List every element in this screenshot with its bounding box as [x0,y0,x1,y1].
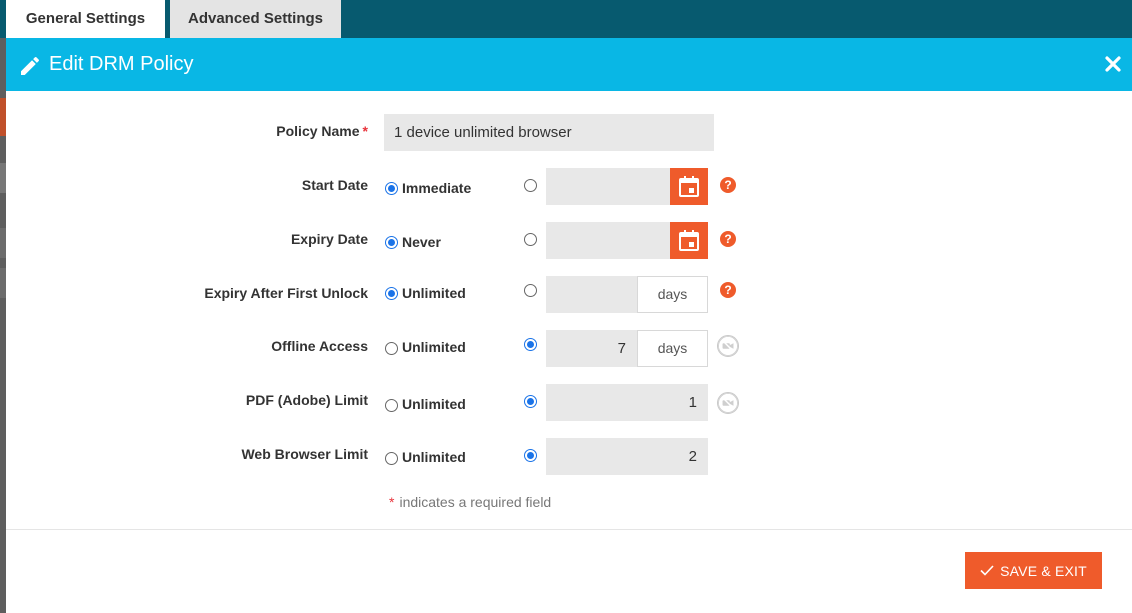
pdf-limit-custom-radio[interactable] [524,395,537,408]
offline-access-unit: days [637,330,708,367]
pdf-limit-value[interactable]: 1 [546,384,708,421]
expiry-date-custom-radio[interactable] [524,233,537,246]
pdf-limit-field[interactable]: 1 [546,384,708,421]
expiry-after-unlock-value[interactable] [546,276,637,313]
calendar-icon [679,230,699,251]
tab-bar: General Settings Advanced Settings [0,0,1132,38]
start-date-immediate-radio[interactable] [385,182,398,195]
offline-access-field[interactable]: 7 days [546,330,708,367]
required-field-note: * indicates a required field [389,494,551,510]
expiry-date-help-icon[interactable]: ? [720,231,736,247]
required-note-text: indicates a required field [399,494,552,510]
checkmark-icon [980,565,994,576]
start-date-help-icon[interactable]: ? [720,177,736,193]
expiry-date-label: Expiry Date [290,231,368,247]
offline-access-unlimited-radio[interactable] [385,342,398,355]
expiry-date-never-radio[interactable] [385,236,398,249]
video-off-icon [717,392,739,414]
expiry-after-unlock-field[interactable]: days [546,276,708,313]
offline-access-label: Offline Access [271,338,368,354]
expiry-after-unlock-unit: days [637,276,708,313]
policy-name-label-text: Policy Name [276,123,360,139]
policy-name-input[interactable] [384,114,714,151]
expiry-after-unlock-unlimited-radio[interactable] [385,287,398,300]
tab-general-settings[interactable]: General Settings [6,0,165,38]
start-date-custom-radio[interactable] [524,179,537,192]
pdf-limit-unlimited-label: Unlimited [402,396,466,412]
start-date-label: Start Date [301,177,368,193]
video-off-icon [717,335,739,357]
expiry-date-never-label: Never [402,234,441,250]
save-and-exit-button[interactable]: SAVE & EXIT [965,552,1102,589]
close-icon[interactable] [1104,55,1122,73]
modal-title: Edit DRM Policy [49,53,194,75]
offline-access-custom-radio[interactable] [524,338,537,351]
pencil-icon [21,56,40,75]
calendar-icon [679,176,699,197]
pdf-limit-unlimited-radio[interactable] [385,399,398,412]
policy-name-label: Policy Name * [276,123,368,139]
footer-divider [6,529,1132,530]
start-date-calendar-button[interactable] [670,168,708,205]
start-date-immediate-label: Immediate [402,180,472,196]
pdf-limit-label: PDF (Adobe) Limit [245,392,368,408]
expiry-after-unlock-help-icon[interactable]: ? [720,282,736,298]
start-date-field[interactable] [546,168,708,205]
required-mark: * [389,494,395,510]
tab-advanced-settings[interactable]: Advanced Settings [170,0,341,38]
expiry-after-first-unlock-label: Expiry After First Unlock [204,285,368,301]
web-browser-limit-value[interactable]: 2 [546,438,708,475]
edit-drm-policy-modal: Edit DRM Policy Policy Name* Start Date … [6,38,1132,613]
web-browser-custom-radio[interactable] [524,449,537,462]
expiry-after-unlock-custom-radio[interactable] [524,284,537,297]
web-browser-limit-field[interactable]: 2 [546,438,708,475]
web-browser-limit-label: Web Browser Limit [241,446,368,462]
expiry-date-field[interactable] [546,222,708,259]
web-browser-unlimited-radio[interactable] [385,452,398,465]
offline-access-unlimited-label: Unlimited [402,339,466,355]
required-mark: * [362,123,368,139]
expiry-after-unlock-unlimited-label: Unlimited [402,285,466,301]
offline-access-value[interactable]: 7 [546,330,637,367]
expiry-date-calendar-button[interactable] [670,222,708,259]
web-browser-unlimited-label: Unlimited [402,449,466,465]
modal-header: Edit DRM Policy [6,38,1132,91]
save-and-exit-label: SAVE & EXIT [1000,562,1087,579]
